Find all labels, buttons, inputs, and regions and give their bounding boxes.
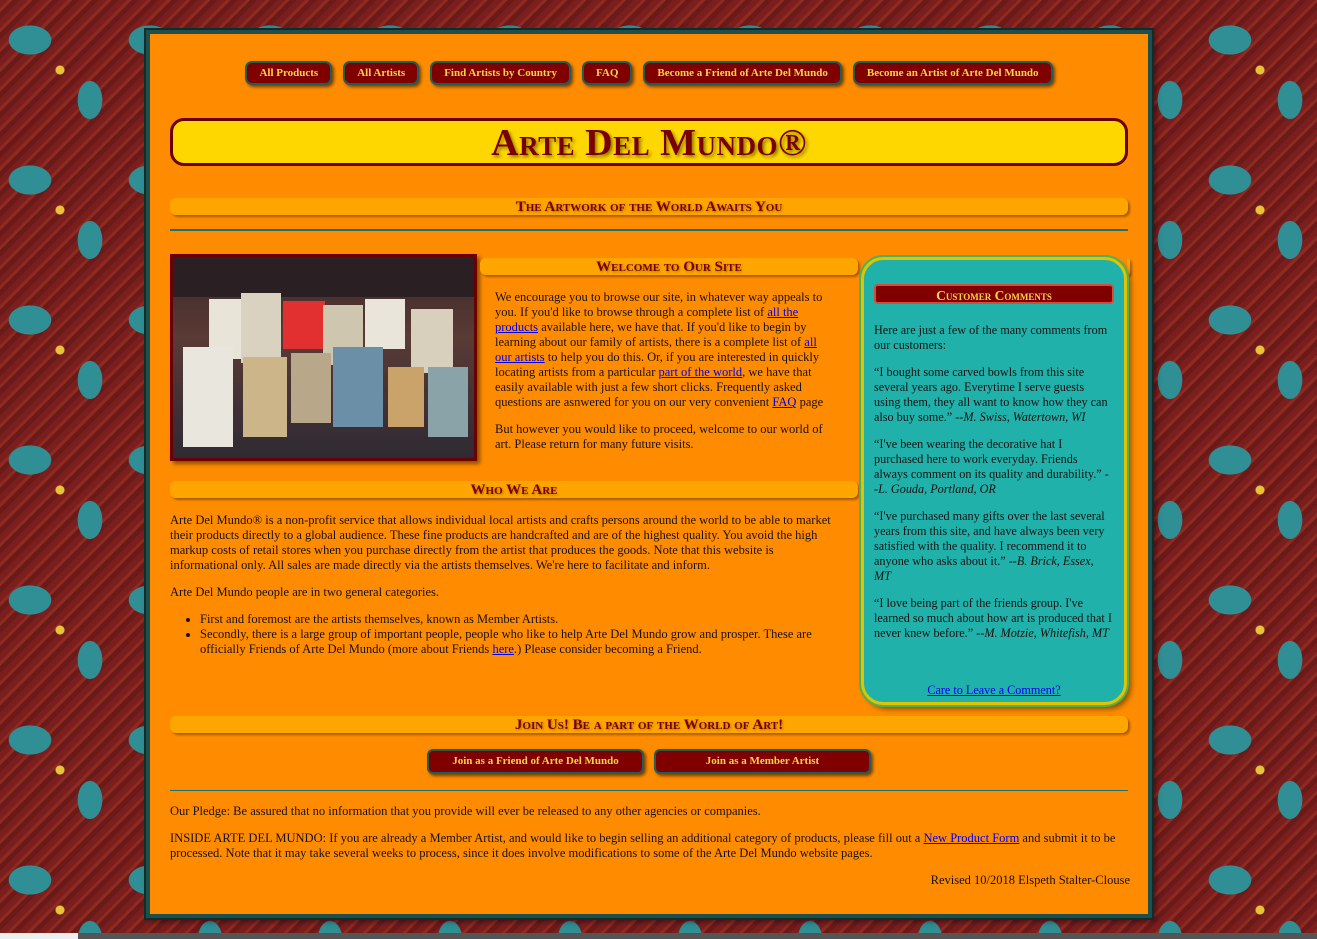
list-item: Secondly, there is a large group of impo… xyxy=(200,627,835,657)
photo-cloth xyxy=(183,347,233,447)
comment-item: “I've been wearing the decorative hat I … xyxy=(874,437,1112,497)
content-area: All Products All Artists Find Artists by… xyxy=(170,34,1130,914)
who-text: Arte Del Mundo® is a non-profit service … xyxy=(170,513,835,657)
welcome-paragraph-2: But however you would like to proceed, w… xyxy=(495,422,823,451)
join-friend-button[interactable]: Join as a Friend of Arte Del Mundo xyxy=(427,749,644,774)
divider xyxy=(170,229,1128,231)
market-photo xyxy=(170,254,477,461)
welcome-text: We encourage you to browse our site, in … xyxy=(495,290,835,464)
leave-comment-link[interactable]: Care to Leave a Comment? xyxy=(927,683,1060,697)
text-span: available here, we have that. If you'd l… xyxy=(495,320,807,349)
join-artist-button[interactable]: Join as a Member Artist xyxy=(654,749,871,774)
text-span: page xyxy=(796,395,824,409)
who-paragraph-2: Arte Del Mundo people are in two general… xyxy=(170,585,439,599)
strip-segment xyxy=(0,933,78,939)
join-heading: Join Us! Be a part of the World of Art! xyxy=(514,717,784,733)
site-title: Arte Del Mundo® xyxy=(491,122,807,164)
comment-author: L. Gouda, Portland, OR xyxy=(878,482,996,496)
photo-cloth xyxy=(243,357,287,437)
who-heading: Who We Are xyxy=(470,482,558,498)
comment-author: M. Motzie, Whitefish, MT xyxy=(984,626,1109,640)
who-paragraph: Arte Del Mundo® is a non-profit service … xyxy=(170,513,831,572)
page-container: All Products All Artists Find Artists by… xyxy=(146,30,1152,918)
join-bar: Join Us! Be a part of the World of Art! xyxy=(170,716,1128,733)
text-span: INSIDE ARTE DEL MUNDO: If you are alread… xyxy=(170,831,924,845)
list-item: First and foremost are the artists thems… xyxy=(200,612,835,627)
photo-ceiling xyxy=(173,257,474,297)
tagline: The Artwork of the World Awaits You xyxy=(515,199,783,215)
nav-find-artists-by-country[interactable]: Find Artists by Country xyxy=(430,61,571,85)
nav-faq[interactable]: FAQ xyxy=(581,61,633,85)
photo-cloth xyxy=(428,367,468,437)
new-product-form-link[interactable]: New Product Form xyxy=(923,831,1019,845)
comments-text: Here are just a few of the many comments… xyxy=(874,323,1112,653)
photo-cloth xyxy=(241,293,281,363)
photo-cloth xyxy=(333,347,383,427)
comment-author: M. Swiss, Watertown, WI xyxy=(963,410,1086,424)
photo-cloth xyxy=(388,367,424,427)
nav-become-friend[interactable]: Become a Friend of Arte Del Mundo xyxy=(643,61,842,85)
comments-intro: Here are just a few of the many comments… xyxy=(874,323,1108,352)
tagline-bar: The Artwork of the World Awaits You xyxy=(170,198,1128,215)
nav-all-products[interactable]: All Products xyxy=(245,61,333,85)
join-buttons: Join as a Friend of Arte Del Mundo Join … xyxy=(170,749,1128,774)
welcome-bar-end xyxy=(1127,258,1130,275)
categories-list: First and foremost are the artists thems… xyxy=(170,612,835,657)
revised-text: Revised 10/2018 Elspeth Stalter-Clouse xyxy=(930,873,1130,887)
bottom-scroll-strip xyxy=(0,933,1317,939)
photo-cloth xyxy=(291,353,331,423)
photo-cloth xyxy=(411,309,453,373)
customer-comments-panel: Customer Comments Here are just a few of… xyxy=(861,257,1127,705)
comments-title: Customer Comments xyxy=(874,284,1114,304)
friends-here-link[interactable]: here xyxy=(492,642,514,656)
comment-item: “I bought some carved bowls from this si… xyxy=(874,365,1112,425)
footer-divider xyxy=(170,790,1128,791)
who-bar: Who We Are xyxy=(170,481,858,498)
comment-item: “I love being part of the friends group.… xyxy=(874,596,1112,641)
part-of-world-link[interactable]: part of the world xyxy=(658,365,742,379)
site-banner: Arte Del Mundo® xyxy=(170,118,1128,166)
comment-link-wrap: Care to Leave a Comment? xyxy=(864,683,1124,698)
top-nav: All Products All Artists Find Artists by… xyxy=(170,61,1128,85)
pledge-text: Our Pledge: Be assured that no informati… xyxy=(170,804,761,818)
faq-link[interactable]: FAQ xyxy=(772,395,796,409)
photo-cloth xyxy=(283,301,325,349)
welcome-heading: Welcome to Our Site xyxy=(596,259,742,275)
inside-text: INSIDE ARTE DEL MUNDO: If you are alread… xyxy=(170,831,1130,861)
welcome-paragraph: We encourage you to browse our site, in … xyxy=(495,290,835,410)
nav-become-artist[interactable]: Become an Artist of Arte Del Mundo xyxy=(852,61,1053,85)
welcome-bar: Welcome to Our Site xyxy=(480,258,858,275)
photo-cloth xyxy=(365,299,405,349)
footer-text: Our Pledge: Be assured that no informati… xyxy=(170,804,1130,900)
nav-all-artists[interactable]: All Artists xyxy=(343,61,420,85)
text-span: .) Please consider becoming a Friend. xyxy=(513,642,702,656)
comment-item: “I've purchased many gifts over the last… xyxy=(874,509,1112,584)
